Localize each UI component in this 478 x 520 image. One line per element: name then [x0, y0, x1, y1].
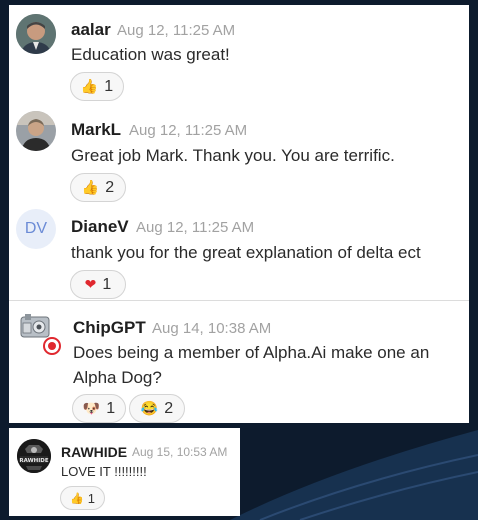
avatar[interactable] — [16, 111, 56, 151]
reaction-thumbs-up[interactable]: 👍 2 — [70, 173, 126, 202]
svg-text:RAWHIDE: RAWHIDE — [19, 458, 49, 464]
message-text: Great job Mark. Thank you. You are terri… — [71, 146, 395, 165]
avatar[interactable] — [16, 14, 56, 54]
reaction-count: 2 — [164, 399, 174, 417]
timestamp: Aug 15, 10:53 AM — [132, 445, 228, 459]
author-name[interactable]: MarkL — [71, 120, 121, 140]
avatar[interactable]: DV — [16, 209, 56, 249]
author-name[interactable]: DianeV — [71, 217, 129, 237]
reaction-joy[interactable]: 😂 2 — [129, 394, 185, 423]
user-photo-icon — [16, 111, 56, 151]
message-aalar: aalar Aug 12, 11:25 AM Education was gre… — [9, 5, 469, 105]
ai-badge-icon — [43, 337, 61, 355]
dog-face-icon: 🐶 — [82, 400, 101, 416]
reaction-count: 1 — [106, 399, 116, 417]
reaction-thumbs-up[interactable]: 👍 1 — [70, 72, 124, 101]
reaction-count: 1 — [87, 490, 95, 506]
reaction-dog[interactable]: 🐶 1 — [72, 394, 126, 423]
rawhide-logo-icon: RAWHIDE — [17, 439, 51, 473]
chat-panel-secondary: RAWHIDE RAWHIDE Aug 15, 10:53 AM LOVE IT… — [9, 428, 240, 516]
message-text: Education was great! — [71, 45, 230, 64]
message-rawhide: RAWHIDE RAWHIDE Aug 15, 10:53 AM LOVE IT… — [9, 428, 240, 516]
reaction-thumbs-up[interactable]: 👍 1 — [60, 486, 105, 510]
thumbs-up-icon: 👍 — [81, 179, 100, 195]
message-text: LOVE IT !!!!!!!!! — [61, 464, 147, 479]
message-text-line-1: Does being a member of Alpha.Ai make one… — [73, 343, 430, 362]
message-dianev: DV DianeV Aug 12, 11:25 AM thank you for… — [9, 203, 469, 300]
reaction-count: 2 — [105, 178, 115, 196]
author-name[interactable]: aalar — [71, 20, 111, 40]
avatar[interactable]: RAWHIDE — [17, 439, 51, 473]
message-chipgpt: ChipGPT Aug 14, 10:38 AM Does being a me… — [9, 301, 469, 423]
author-name[interactable]: RAWHIDE — [61, 444, 127, 460]
chat-panel: aalar Aug 12, 11:25 AM Education was gre… — [9, 5, 469, 423]
timestamp: Aug 12, 11:25 AM — [117, 22, 236, 39]
user-photo-icon — [16, 14, 56, 54]
reaction-count: 1 — [104, 77, 114, 95]
reaction-count: 1 — [102, 275, 112, 293]
reaction-heart[interactable]: ❤ 1 — [70, 270, 126, 299]
message-text-line-2: Alpha Dog? — [73, 368, 162, 387]
thumbs-up-icon: 👍 — [80, 78, 99, 94]
red-heart-icon: ❤ — [84, 276, 97, 292]
joy-face-icon: 😂 — [140, 400, 159, 416]
message-text: thank you for the great explanation of d… — [71, 243, 421, 262]
timestamp: Aug 12, 11:25 AM — [136, 219, 255, 236]
message-markl: MarkL Aug 12, 11:25 AM Great job Mark. T… — [9, 105, 469, 203]
timestamp: Aug 14, 10:38 AM — [152, 320, 272, 337]
timestamp: Aug 12, 11:25 AM — [129, 122, 248, 139]
thumbs-up-icon: 👍 — [70, 492, 84, 505]
avatar-initials: DV — [24, 220, 48, 237]
author-name[interactable]: ChipGPT — [73, 318, 146, 338]
